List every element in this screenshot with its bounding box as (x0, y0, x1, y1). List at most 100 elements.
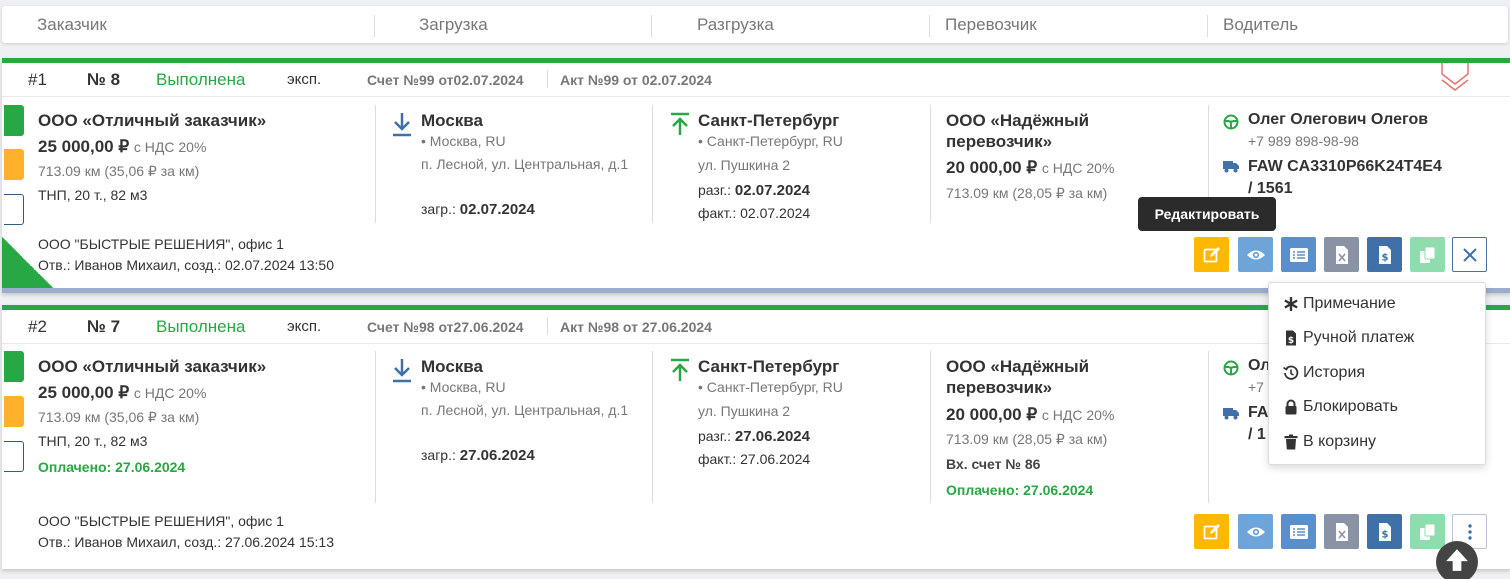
menu-item-block[interactable]: Блокировать (1283, 398, 1398, 416)
order-status: Выполнена (156, 317, 246, 336)
edit-icon (1203, 523, 1220, 539)
customer-distance: 713.09 км (35,06 ₽ за км) (38, 409, 200, 425)
view-button[interactable] (1238, 237, 1273, 272)
export-excel-button[interactable] (1324, 237, 1359, 272)
loading-address: п. Лесной, ул. Центральная, д.1 (421, 402, 629, 418)
header-divider (374, 15, 375, 37)
file-excel-icon (1335, 245, 1348, 264)
driver-name[interactable]: Олег Олегович Олегов (1248, 111, 1428, 129)
responsible-info: Отв.: Иванов Михаил, созд.: 02.07.2024 1… (38, 257, 334, 273)
close-icon (1462, 247, 1477, 262)
divider (547, 317, 548, 335)
list-icon (1289, 524, 1308, 539)
unloading-region: • Санкт-Петербург, RU (698, 133, 843, 149)
driver-phone[interactable]: +7 989 898-98-98 (1248, 133, 1359, 149)
truck-plate-line2[interactable]: / 1 (1248, 426, 1266, 444)
order-card[interactable]: #1 № 8 Выполнена эксп. Счет №99 от02.07.… (2, 58, 1510, 293)
menu-item-note[interactable]: Примечание (1283, 295, 1396, 313)
divider (1208, 351, 1209, 503)
steering-wheel-icon (1223, 114, 1239, 130)
status-square-green[interactable] (4, 105, 24, 136)
invoice-button[interactable]: $ (1367, 514, 1402, 549)
actions-dropdown-menu: Примечание $ Ручной платеж История Блоки… (1268, 282, 1486, 465)
carrier-paid-status: Оплачено: 27.06.2024 (946, 482, 1094, 498)
header-customer[interactable]: Заказчик (37, 15, 107, 35)
details-button[interactable] (1281, 514, 1316, 549)
invoice-link[interactable]: Счет №98 от27.06.2024 (367, 319, 524, 335)
edit-icon (1203, 246, 1220, 262)
scroll-top-button[interactable] (1436, 541, 1478, 579)
arrow-up-icon (671, 358, 689, 381)
chevron-down-icon[interactable] (1440, 60, 1470, 96)
divider (930, 351, 931, 503)
file-invoice-dollar-icon: $ (1378, 245, 1391, 264)
status-square-empty[interactable] (4, 194, 24, 225)
act-link[interactable]: Акт №99 от 02.07.2024 (560, 72, 712, 88)
carrier-price: 20 000,00 ₽ с НДС 20% (946, 405, 1115, 424)
status-square-orange[interactable] (4, 149, 24, 180)
table-header: Заказчик Загрузка Разгрузка Перевозчик В… (2, 6, 1508, 43)
asterisk-icon (1284, 297, 1298, 311)
trash-icon (1284, 434, 1298, 450)
export-excel-button[interactable] (1324, 514, 1359, 549)
carrier-price: 20 000,00 ₽ с НДС 20% (946, 158, 1115, 177)
svg-text:$: $ (1381, 529, 1388, 540)
divider (375, 351, 376, 503)
status-square-empty[interactable] (4, 441, 24, 472)
carrier-name[interactable]: ООО «Надёжный (946, 357, 1089, 377)
loading-address: п. Лесной, ул. Центральная, д.1 (421, 156, 629, 172)
header-carrier[interactable]: Перевозчик (945, 15, 1037, 35)
file-invoice-dollar-icon: $ (1378, 522, 1391, 541)
order-number[interactable]: № 7 (87, 317, 120, 337)
edit-button[interactable] (1194, 514, 1229, 549)
unloading-fact-date: факт.: 27.06.2024 (698, 451, 811, 467)
carrier-name[interactable]: ООО «Надёжный (946, 111, 1089, 131)
customer-paid-status: Оплачено: 27.06.2024 (38, 459, 186, 475)
close-menu-button[interactable] (1452, 237, 1487, 272)
order-status: Выполнена (156, 70, 246, 89)
truck-plate[interactable]: FA (1248, 404, 1268, 422)
menu-item-history[interactable]: История (1283, 364, 1365, 382)
status-square-green[interactable] (4, 351, 24, 382)
truck-plate-line2[interactable]: / 1561 (1248, 180, 1292, 198)
arrow-up-icon (671, 112, 689, 135)
header-unloading[interactable]: Разгрузка (697, 15, 774, 35)
invoice-button[interactable]: $ (1367, 237, 1402, 272)
copy-button[interactable] (1410, 514, 1445, 549)
cargo-info: ТНП, 20 т., 82 м3 (38, 433, 148, 449)
unloading-city: Санкт-Петербург (698, 111, 840, 130)
menu-item-manual-payment[interactable]: $ Ручной платеж (1283, 329, 1414, 347)
order-number[interactable]: № 8 (87, 70, 120, 90)
customer-name[interactable]: ООО «Отличный заказчик» (38, 357, 266, 377)
unloading-address: ул. Пушкина 2 (698, 403, 791, 419)
header-driver[interactable]: Водитель (1223, 15, 1298, 35)
customer-name[interactable]: ООО «Отличный заказчик» (38, 111, 266, 131)
responsible-info: Отв.: Иванов Михаил, созд.: 27.06.2024 1… (38, 534, 334, 550)
header-divider (929, 15, 930, 37)
divider (547, 70, 548, 88)
customer-price: 25 000,00 ₽ с НДС 20% (38, 137, 207, 156)
truck-icon (1223, 408, 1239, 420)
menu-item-trash[interactable]: В корзину (1283, 433, 1376, 451)
header-loading[interactable]: Загрузка (419, 15, 488, 35)
invoice-link[interactable]: Счет №99 от02.07.2024 (367, 72, 524, 88)
carrier-name-line2[interactable]: перевозчик» (946, 378, 1052, 398)
copy-button[interactable] (1410, 237, 1445, 272)
incoming-invoice: Вх. счет № 86 (946, 456, 1041, 472)
view-button[interactable] (1238, 514, 1273, 549)
divider (375, 105, 376, 223)
history-icon (1283, 365, 1299, 380)
loading-city: Москва (421, 111, 483, 130)
details-button[interactable] (1281, 237, 1316, 272)
order-topline: #1 № 8 Выполнена эксп. Счет №99 от02.07.… (2, 63, 1510, 97)
driver-phone[interactable]: +7 (1248, 379, 1264, 395)
status-square-orange[interactable] (4, 396, 24, 427)
edit-button[interactable] (1194, 237, 1229, 272)
order-index: #2 (28, 317, 47, 336)
act-link[interactable]: Акт №98 от 27.06.2024 (560, 319, 712, 335)
list-icon (1289, 247, 1308, 262)
kebab-menu-icon (1467, 523, 1472, 540)
loading-date: загр.: 27.06.2024 (421, 447, 535, 464)
carrier-name-line2[interactable]: перевозчик» (946, 132, 1052, 152)
truck-plate[interactable]: FAW CA3310P66K24T4E4 (1248, 158, 1442, 176)
